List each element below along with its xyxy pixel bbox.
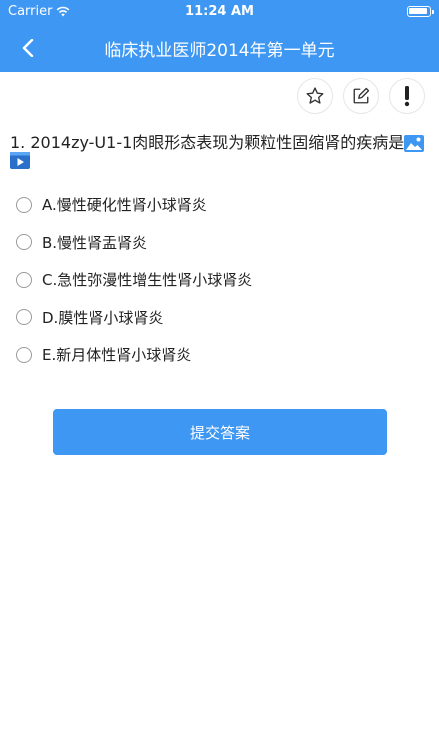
question-stem: 1. 2014zy-U1-1肉眼形态表现为颗粒性固缩肾的疾病是 (10, 132, 430, 154)
clock: 11:24 AM (185, 4, 254, 19)
option-label: B.慢性肾盂肾炎 (42, 233, 148, 252)
exclamation-icon (404, 86, 410, 107)
radio-button[interactable] (16, 234, 32, 251)
question-toolbar (297, 78, 425, 114)
option-d[interactable]: D.膜性肾小球肾炎 (16, 299, 252, 337)
option-c[interactable]: C.急性弥漫性增生性肾小球肾炎 (16, 261, 252, 299)
option-label: D.膜性肾小球肾炎 (42, 308, 164, 327)
page-title: 临床执业医师2014年第一单元 (104, 41, 335, 61)
answer-options: A.慢性硬化性肾小球肾炎 B.慢性肾盂肾炎 C.急性弥漫性增生性肾小球肾炎 D.… (16, 186, 252, 374)
favorite-button[interactable] (297, 78, 333, 114)
video-play-icon[interactable] (10, 152, 30, 169)
option-label: A.慢性硬化性肾小球肾炎 (42, 196, 207, 215)
question-media (10, 152, 30, 173)
option-label: C.急性弥漫性增生性肾小球肾炎 (42, 271, 253, 290)
option-label: E.新月体性肾小球肾炎 (42, 346, 192, 365)
option-e[interactable]: E.新月体性肾小球肾炎 (16, 336, 252, 374)
radio-button[interactable] (16, 346, 32, 363)
status-bar: Carrier 11:24 AM (0, 0, 439, 24)
radio-button[interactable] (16, 196, 32, 213)
option-b[interactable]: B.慢性肾盂肾炎 (16, 224, 252, 262)
radio-button[interactable] (16, 309, 32, 326)
star-icon (306, 87, 324, 104)
question-text: 1. 2014zy-U1-1肉眼形态表现为颗粒性固缩肾的疾病是 (10, 133, 405, 152)
battery-icon (407, 6, 434, 17)
image-icon[interactable] (404, 135, 425, 152)
radio-button[interactable] (16, 271, 32, 288)
edit-note-icon (353, 87, 370, 104)
report-button[interactable] (389, 78, 425, 114)
submit-answer-button[interactable]: 提交答案 (53, 409, 387, 455)
app-header: Carrier 11:24 AM 临床执业医师2014年第一单元 (0, 0, 439, 72)
option-a[interactable]: A.慢性硬化性肾小球肾炎 (16, 186, 252, 224)
note-button[interactable] (343, 78, 379, 114)
navigation-bar: 临床执业医师2014年第一单元 (0, 24, 439, 72)
